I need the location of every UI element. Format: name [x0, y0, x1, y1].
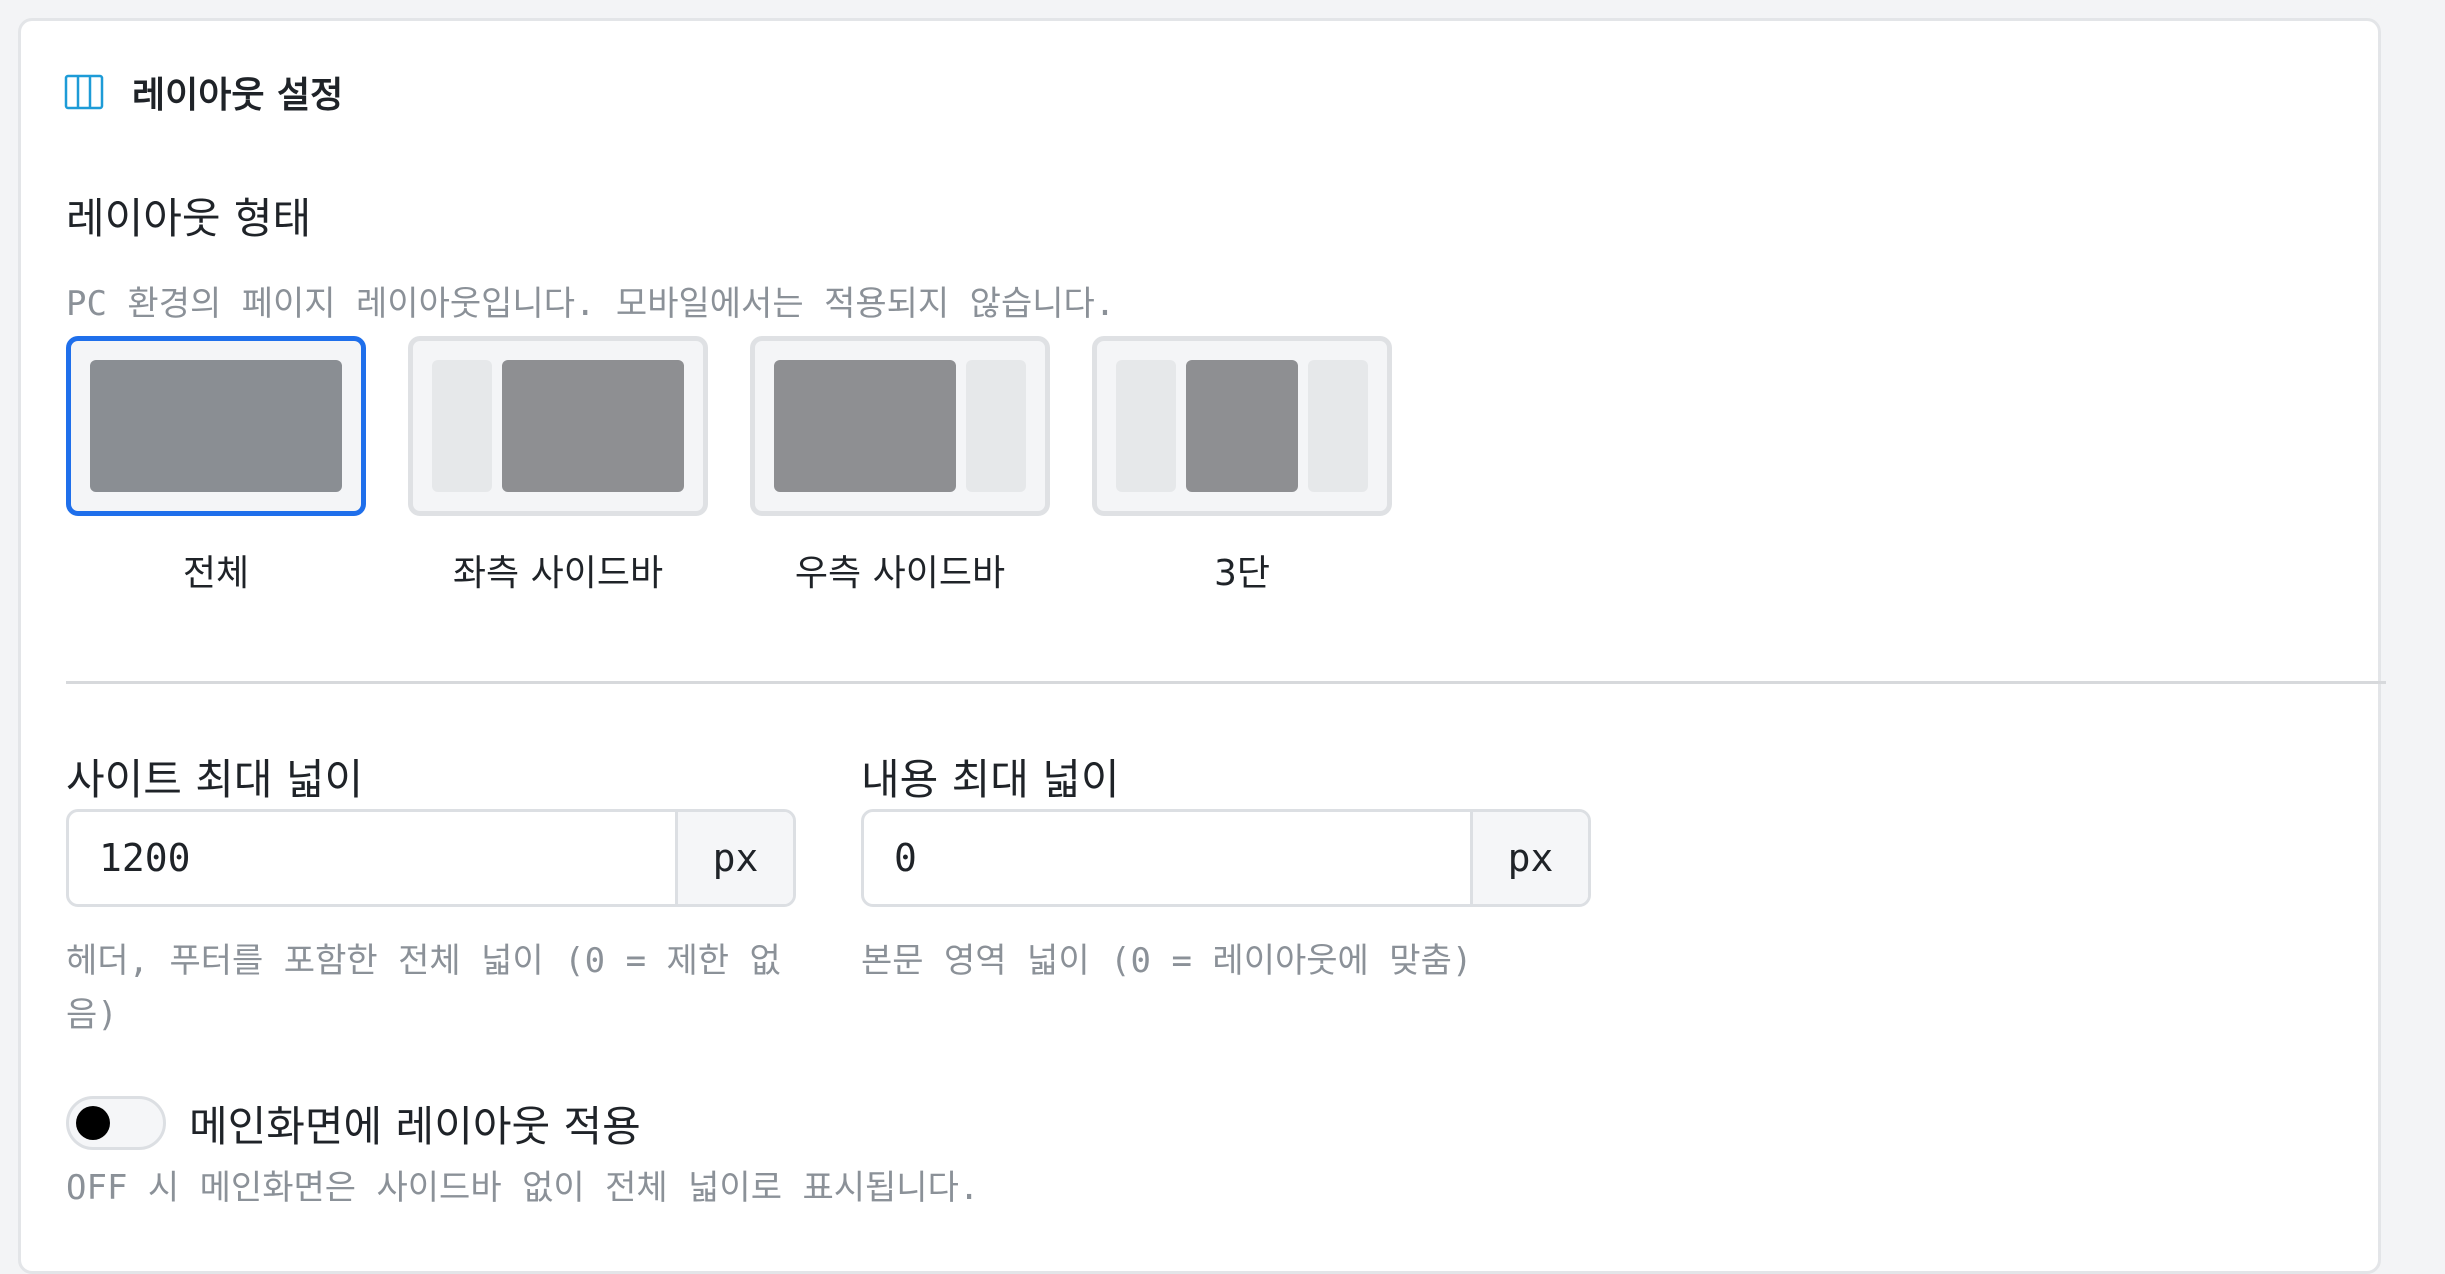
section-divider: [66, 681, 2386, 684]
content-width-field: px: [861, 809, 1591, 907]
main-layout-toggle-hint: OFF 시 메인화면은 사이드바 없이 전체 넓이로 표시됩니다.: [66, 1168, 980, 1208]
sidebar-block: [432, 360, 492, 492]
columns-icon: [64, 74, 104, 110]
main-layout-toggle[interactable]: [66, 1096, 166, 1150]
layout-option-label: 우측 사이드바: [794, 553, 1006, 594]
sidebar-block: [1116, 360, 1176, 492]
layout-settings-card: 레이아웃 설정 레이아웃 형태 PC 환경의 페이지 레이아웃입니다. 모바일에…: [18, 18, 2386, 1274]
sidebar-block: [966, 360, 1026, 492]
layout-thumbnail-right-sidebar: [750, 336, 1050, 516]
layout-thumbnail-three-column: [1092, 336, 1392, 516]
toggle-knob: [76, 1106, 110, 1140]
sidebar-block: [1308, 360, 1368, 492]
content-width-hint: 본문 영역 넓이 (0 = 레이아웃에 맞춤): [861, 941, 1473, 981]
site-width-hint: 헤더, 푸터를 포함한 전체 넓이 (0 = 제한 없음): [66, 941, 781, 1035]
content-block: [90, 360, 342, 492]
content-width-label: 내용 최대 넓이: [861, 755, 1120, 804]
content-block: [774, 360, 956, 492]
site-width-unit: px: [675, 812, 793, 904]
content-width-input[interactable]: [864, 812, 1470, 904]
layout-type-label: 레이아웃 형태: [66, 194, 312, 243]
card-title: 레이아웃 설정: [132, 75, 344, 116]
content-block: [1186, 360, 1298, 492]
layout-option-label: 전체: [182, 553, 250, 594]
layout-options: 전체 좌측 사이드바 우측 사이드바 3단: [66, 336, 1434, 596]
layout-thumbnail-left-sidebar: [408, 336, 708, 516]
layout-option-label: 좌측 사이드바: [452, 553, 664, 594]
layout-option-label: 3단: [1213, 553, 1271, 594]
site-width-field: px: [66, 809, 796, 907]
site-width-input[interactable]: [69, 812, 675, 904]
content-width-unit: px: [1470, 812, 1588, 904]
layout-thumbnail-full: [66, 336, 366, 516]
site-width-label: 사이트 최대 넓이: [66, 755, 364, 804]
main-layout-toggle-label: 메인화면에 레이아웃 적용: [189, 1102, 641, 1151]
layout-option-right-sidebar[interactable]: 우측 사이드바: [750, 336, 1050, 596]
layout-option-full[interactable]: 전체: [66, 336, 366, 596]
layout-option-left-sidebar[interactable]: 좌측 사이드바: [408, 336, 708, 596]
layout-option-three-column[interactable]: 3단: [1092, 336, 1392, 596]
card-header: 레이아웃 설정: [64, 69, 344, 116]
content-block: [502, 360, 684, 492]
layout-type-hint: PC 환경의 페이지 레이아웃입니다. 모바일에서는 적용되지 않습니다.: [66, 284, 1116, 324]
